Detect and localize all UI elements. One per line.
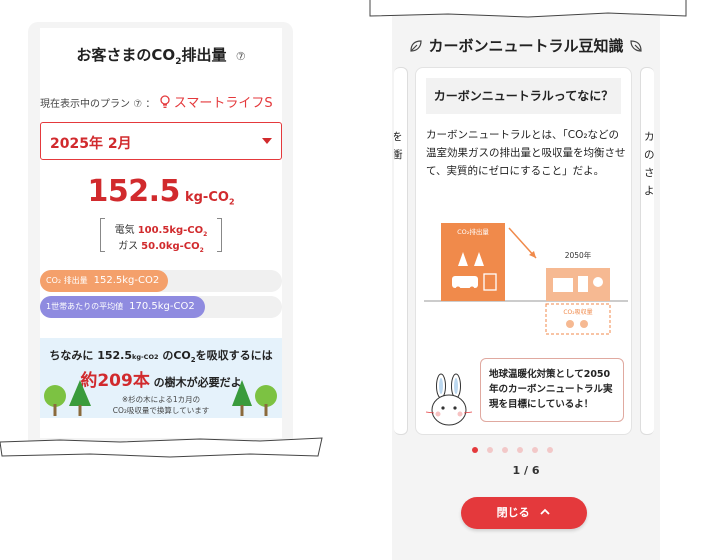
breakdown-row-gas: ガス 50.0kg-CO2 [100,237,222,254]
total-value: 152.5 [87,174,180,209]
illus-year: 2050年 [565,250,592,260]
lightbulb-icon [159,95,170,108]
total-emission: 152.5 kg-CO2 [40,174,282,209]
torn-edge [0,437,323,458]
illus-absorb-label: CO₂吸収量 [563,309,592,316]
carousel-dot[interactable] [487,447,493,453]
peek-char: 衝 [394,146,403,164]
tree-icon [44,380,91,416]
carousel-dot[interactable] [517,447,523,453]
tree-line-1-mid: のCO [158,349,191,362]
peek-char: カ [644,131,654,143]
title-text-post: 排出量 [181,46,227,64]
page-title: お客さまのCO2排出量 ⑦ [40,44,282,67]
prev-slide-peek[interactable]: を 衝 [394,67,408,435]
plan-help-icon[interactable]: ⑦ [133,99,142,110]
peek-char: の [644,149,654,161]
tree-note: ※杉の木による1カ月の CO₂吸収量で換算しています [98,394,224,416]
peek-char: を [394,128,403,146]
average-bar: 1世帯あたりの平均値 170.5kg-CO2 [40,296,282,318]
illus-emission-label: CO₂排出量 [457,227,489,236]
total-unit-text: kg-CO [184,190,229,205]
bar-value: 152.5kg-CO2 [93,275,160,286]
tree-line-2-post: の樹木が必要だよ [149,376,242,389]
carousel-dot[interactable] [502,447,508,453]
slide-body: カーボンニュートラルとは、「CO₂などの温室効果ガスの排出量と吸収量を均衡させて… [426,129,626,177]
title-text: お客さまのCO [76,46,176,64]
plan-label: 現在表示中のプラン [40,99,130,110]
month-select-value: 2025年 2月 [50,136,132,152]
carbon-neutral-illustration: CO₂排出量 2050年 CO₂吸収量 [424,223,628,335]
mascot-speech-bubble: 地球温暖化対策として2050年のカーボンニュートラル実現を目標にしているよ！ [480,358,624,422]
bar-value: 170.5kg-CO2 [129,301,195,312]
total-unit-subscript: 2 [228,197,235,207]
breakdown-value-text: 100.5kg-CO [137,225,204,236]
torn-edge [369,0,687,18]
total-unit: kg-CO2 [184,190,235,207]
slide-counter: 1 / 6 [512,464,540,477]
close-button-label: 閉じる [496,506,530,519]
breakdown-label: 電気 [114,225,135,236]
tree-line-1-value: 152.5 [97,349,132,362]
trivia-title-text: カーボンニュートラル豆知識 [428,37,624,55]
breakdown-label: ガス [118,241,139,252]
tree-note-line-1: ※杉の木による1カ月の [121,395,201,404]
carousel-dots [470,447,580,455]
peek-char: よ [644,185,654,197]
emission-bar: CO₂ 排出量 152.5kg-CO2 [40,270,282,292]
bar-label: CO₂ 排出量 [46,276,88,285]
prev-slide-text: を 衝 [394,128,403,164]
next-slide-peek[interactable]: カ の さ よ [640,67,654,435]
tree-icon [232,380,277,416]
slide-heading: カーボンニュートラルってなに？ [426,78,621,114]
breakdown-value: 100.5kg-CO2 [137,225,208,238]
carousel-dot[interactable] [472,447,478,453]
tree-line-1-post: を吸収するには [195,349,273,362]
month-select[interactable]: 2025年 2月 [40,122,282,160]
tree-line-1-unit: kg-CO2 [132,353,159,361]
trivia-slide: カーボンニュートラルってなに？ カーボンニュートラルとは、「CO₂などの温室効果… [415,67,632,435]
tree-line-1-pre: ちなみに [49,349,98,362]
next-slide-text: カ の さ よ [644,128,654,200]
trivia-title: カーボンニュートラル豆知識 [392,35,660,56]
carousel-dot[interactable] [547,447,553,453]
tree-line-1: ちなみに 152.5kg-CO2 のCO2を吸収するには [40,347,282,364]
plan-name: スマートライフS [173,96,273,111]
plan-colon: ： [145,99,156,110]
help-icon[interactable]: ⑦ [236,50,246,63]
plan-row: 現在表示中のプラン ⑦ ： スマートライフS [40,92,282,111]
peek-char: さ [644,167,654,179]
average-bar-fill: 1世帯あたりの平均値 170.5kg-CO2 [40,296,205,318]
breakdown-value: 50.0kg-CO2 [141,241,204,254]
chevron-up-icon [540,508,551,515]
bar-label: 1世帯あたりの平均値 [46,302,124,311]
emission-breakdown: 電気 100.5kg-CO2 ガス 50.0kg-CO2 [100,218,222,254]
tree-note-line-2: CO₂吸収量で換算しています [112,406,210,415]
carousel-dot[interactable] [532,447,538,453]
close-button[interactable]: 閉じる [461,497,587,529]
emission-card: お客さまのCO2排出量 ⑦ 現在表示中のプラン ⑦ ： スマートライフS 202… [40,28,282,438]
breakdown-value-text: 50.0kg-CO [141,241,200,252]
caret-down-icon [262,138,272,144]
tree-equivalent-box: ちなみに 152.5kg-CO2 のCO2を吸収するには 約209本 の樹木が必… [40,338,282,418]
emission-bar-fill: CO₂ 排出量 152.5kg-CO2 [40,270,169,292]
breakdown-value-subscript: 2 [199,247,204,254]
rabbit-mascot-icon [425,373,473,426]
breakdown-row-electricity: 電気 100.5kg-CO2 [100,221,222,238]
leaf-icon [630,40,642,52]
leaf-icon [410,40,422,52]
